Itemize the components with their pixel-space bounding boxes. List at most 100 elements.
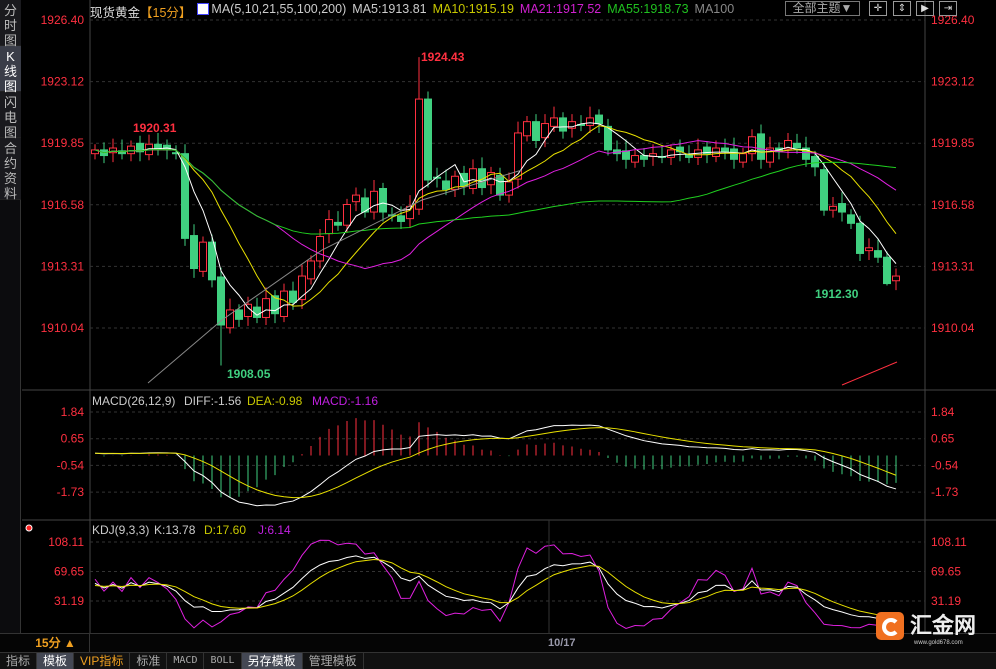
time-axis-bar: 15分 ▲ 10/17 xyxy=(0,633,996,652)
candle xyxy=(757,133,765,160)
candle xyxy=(262,298,270,318)
price-label-right: 1916.58 xyxy=(931,198,975,212)
logo-url: www.gold678.com xyxy=(914,640,963,646)
ma-chart-icon xyxy=(197,3,210,15)
price-label-left: 1926.40 xyxy=(41,13,85,27)
candle xyxy=(856,222,864,254)
ma55-value: MA55:1918.73 xyxy=(607,2,689,16)
price-label-right: 1923.12 xyxy=(931,75,975,89)
candle xyxy=(352,194,360,203)
symbol-name: 现货黄金 xyxy=(90,6,141,20)
candle xyxy=(532,121,540,141)
candle xyxy=(307,260,315,280)
price-label-right: 1910.04 xyxy=(931,321,975,335)
kdj-settings-icon xyxy=(25,524,33,532)
sidebar-item-2[interactable]: 闪电图 xyxy=(0,92,21,140)
kdj-title: KDJ(9,3,3) xyxy=(92,523,149,537)
price-label-left: 1923.12 xyxy=(41,75,85,89)
macd-title: MACD(26,12,9) xyxy=(92,394,175,408)
macd-label-left: 1.84 xyxy=(61,405,85,419)
candle xyxy=(334,221,342,226)
bottom-tabs: 指标 模板 VIP指标 标准 MACD BOLL 另存模板 管理模板 xyxy=(0,652,996,669)
candle xyxy=(739,153,747,163)
candle xyxy=(316,236,324,262)
tab-6[interactable]: 另存模板 xyxy=(241,653,303,669)
ma5-value: MA5:1913.81 xyxy=(352,2,427,16)
candle xyxy=(505,181,513,196)
macd-label-left: -1.73 xyxy=(57,485,85,499)
price-label-left: 1910.04 xyxy=(41,321,85,335)
tab-3[interactable]: 标准 xyxy=(130,653,168,669)
annotation-left_high: 1920.31 xyxy=(133,121,177,135)
zoom-range-icon[interactable]: ⇕ xyxy=(893,1,911,16)
price-label-left: 1919.85 xyxy=(41,136,85,150)
ma10-value: MA10:1915.19 xyxy=(432,2,514,16)
tab-1[interactable]: 模板 xyxy=(37,653,75,669)
macd-dea: DEA:-0.98 xyxy=(247,394,303,408)
macd-label-right: 1.84 xyxy=(931,405,955,419)
ma200-line xyxy=(841,361,898,386)
candle xyxy=(721,147,729,153)
candle xyxy=(883,256,891,285)
candle xyxy=(829,205,837,211)
candle xyxy=(397,215,405,222)
annotation-low: 1908.05 xyxy=(227,367,271,381)
tab-0[interactable]: 指标 xyxy=(0,653,38,669)
candle xyxy=(523,121,531,137)
sidebar-item-3[interactable]: 合约资料 xyxy=(0,138,21,201)
candle xyxy=(847,214,855,224)
candle xyxy=(325,219,333,235)
candle xyxy=(631,155,639,163)
chart-area[interactable]: 1926.40 1926.401923.12 1923.121919.85 1919.… xyxy=(22,0,996,633)
candle xyxy=(253,306,261,318)
ma100-value: MA100 xyxy=(694,2,735,16)
date-label: 10/17 xyxy=(548,637,576,649)
macd-label-right: -0.54 xyxy=(931,458,959,472)
move-right-icon[interactable]: ⇥ xyxy=(939,1,957,16)
candle xyxy=(208,241,216,281)
annotation-high: 1924.43 xyxy=(421,50,465,64)
candle xyxy=(415,98,423,210)
macd-label-left: -0.54 xyxy=(57,458,85,472)
kdj-d: D:17.60 xyxy=(204,523,246,537)
kdj-label-right: 69.65 xyxy=(931,565,961,579)
candle xyxy=(289,290,297,303)
candle xyxy=(838,203,846,213)
candle xyxy=(793,142,801,149)
candle xyxy=(244,303,252,318)
period-selector[interactable]: 15分 ▲ xyxy=(22,634,90,652)
macd-diff: DIFF:-1.56 xyxy=(184,394,242,408)
crosshair-icon[interactable]: ✛ xyxy=(869,1,887,16)
sidebar-item-1[interactable]: K线图 xyxy=(0,46,21,94)
ma-title: MA(5,10,21,55,100,200) xyxy=(211,2,347,16)
candle xyxy=(280,290,288,318)
ma21-value: MA21:1917.52 xyxy=(519,2,602,16)
candle xyxy=(667,149,675,158)
candle xyxy=(154,143,162,149)
candle xyxy=(586,117,594,126)
kdj-label-left: 69.65 xyxy=(54,565,84,579)
candle xyxy=(424,98,432,181)
candle xyxy=(460,172,468,187)
period-label: 【15分】 xyxy=(140,6,192,20)
play-icon[interactable]: ▶ xyxy=(916,1,934,16)
candle xyxy=(190,235,198,270)
candle xyxy=(406,205,414,220)
tab-5[interactable]: BOLL xyxy=(204,653,242,669)
price-label-left: 1913.31 xyxy=(41,259,85,273)
macd-label-left: 0.65 xyxy=(61,432,85,446)
candle xyxy=(559,117,567,132)
macd-label-right: 0.65 xyxy=(931,432,955,446)
candle xyxy=(217,276,225,326)
candle xyxy=(370,190,378,213)
price-label-right: 1919.85 xyxy=(931,136,975,150)
candle xyxy=(595,114,603,125)
theme-dropdown[interactable]: 全部主题▼ xyxy=(785,1,860,16)
d-line xyxy=(94,558,897,618)
tab-4[interactable]: MACD xyxy=(167,653,205,669)
kdj-label-left: 108.11 xyxy=(48,535,84,549)
tab-2[interactable]: VIP指标 xyxy=(74,653,131,669)
tab-7[interactable]: 管理模板 xyxy=(303,653,364,669)
candle xyxy=(730,148,738,160)
sidebar-item-0[interactable]: 分时图 xyxy=(0,0,21,48)
